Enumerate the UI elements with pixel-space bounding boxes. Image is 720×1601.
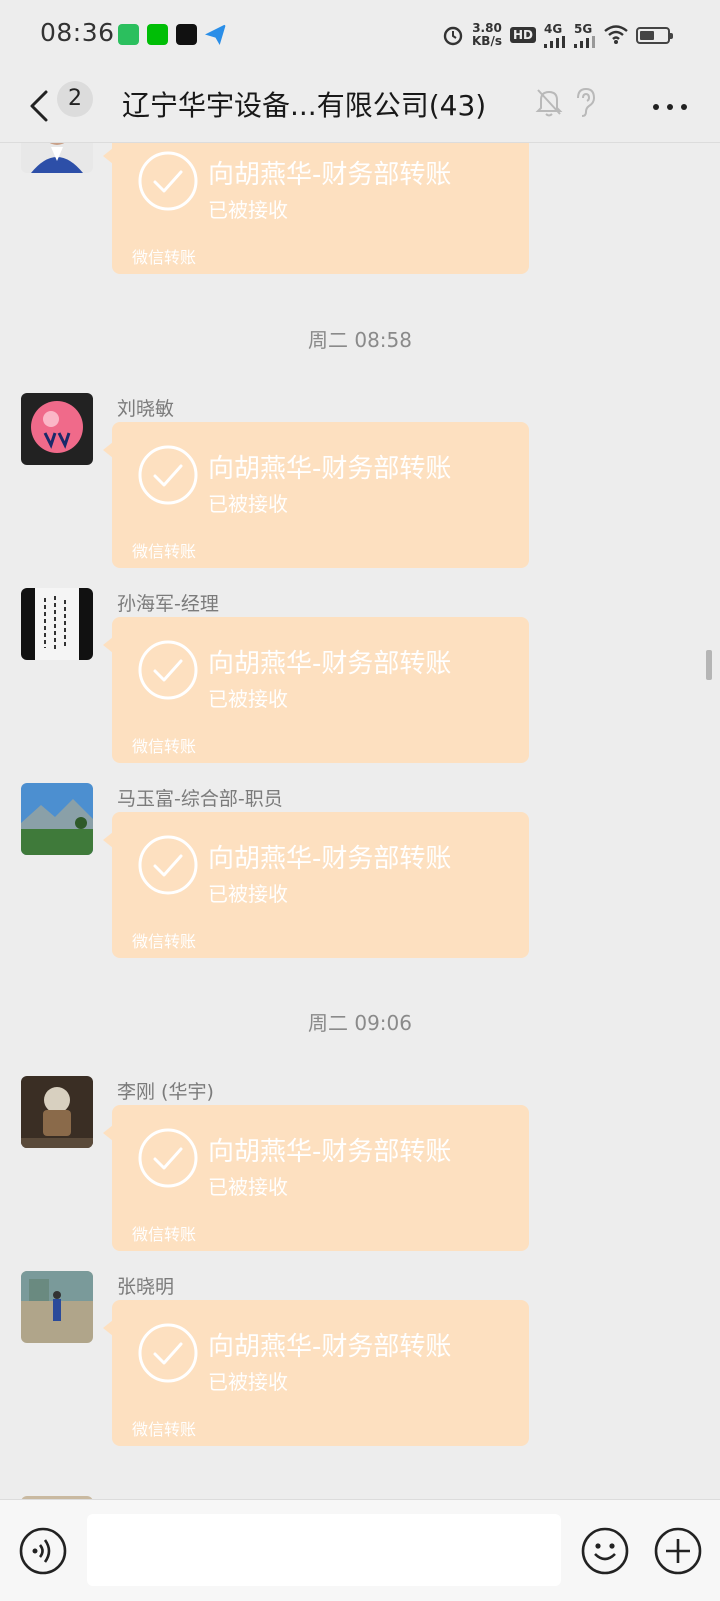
sender-name: 孙海军-经理 [117, 593, 219, 615]
avatar[interactable] [21, 143, 93, 173]
transfer-title: 向胡燕华-财务部转账 [208, 649, 452, 679]
back-arrow-icon[interactable] [26, 84, 54, 128]
message-input[interactable] [87, 1514, 561, 1586]
battery-fill [640, 30, 655, 40]
transfer-title: 向胡燕华-财务部转账 [208, 844, 452, 874]
avatar[interactable] [21, 1076, 93, 1148]
network-5g-label: 5G [574, 22, 593, 36]
transfer-title: 向胡燕华-财务部转账 [208, 160, 452, 190]
transfer-title: 向胡燕华-财务部转账 [208, 1332, 452, 1362]
hd-badge: HD [509, 27, 536, 43]
wifi-icon [604, 25, 628, 44]
signal-icon [544, 36, 565, 48]
transfer-footer: 微信转账 [132, 737, 197, 756]
input-bar [0, 1499, 720, 1601]
sender-name: 马玉富-综合部-职员 [117, 788, 283, 810]
transfer-status: 已被接收 [208, 492, 288, 516]
scrollbar[interactable] [706, 650, 712, 680]
bubble-tail [103, 1320, 113, 1336]
bubble-tail [103, 148, 113, 164]
check-circle-icon [138, 1128, 198, 1188]
douyin-app-icon [176, 24, 197, 45]
status-app-icons [118, 24, 226, 45]
message-list[interactable]: 向胡燕华-财务部转账 已被接收 微信转账 周二 08:58 刘晓敏 向胡燕华-财… [0, 143, 720, 1499]
sender-name: 张晓明 [117, 1276, 175, 1298]
transfer-card[interactable]: 向胡燕华-财务部转账 已被接收 微信转账 [103, 1300, 529, 1446]
transfer-footer: 微信转账 [132, 1420, 197, 1439]
transfer-status: 已被接收 [208, 687, 288, 711]
check-circle-icon [138, 835, 198, 895]
transfer-title: 向胡燕华-财务部转账 [208, 454, 452, 484]
transfer-status: 已被接收 [208, 1175, 288, 1199]
transfer-status: 已被接收 [208, 198, 288, 222]
ear-icon [577, 87, 596, 117]
battery-tip [670, 32, 673, 39]
transfer-card[interactable]: 向胡燕华-财务部转账 已被接收 微信转账 [103, 617, 529, 763]
signal-5g: 5G [574, 22, 596, 48]
messenger-app-icon [205, 24, 226, 45]
unread-count-badge[interactable]: 2 [57, 81, 93, 117]
transfer-card[interactable]: 向胡燕华-财务部转账 已被接收 微信转账 [103, 143, 529, 274]
bubble-tail [103, 832, 113, 848]
bubble-tail [103, 637, 113, 653]
plus-icon[interactable] [653, 1526, 703, 1576]
chat-header: 辽宁华宇设备...有限公司(43) [0, 70, 720, 143]
avatar[interactable] [21, 783, 93, 855]
emoji-icon[interactable] [580, 1526, 630, 1576]
transfer-footer: 微信转账 [132, 248, 197, 267]
voice-icon[interactable] [18, 1526, 68, 1576]
transfer-title: 向胡燕华-财务部转账 [208, 1137, 452, 1167]
message-timestamp: 周二 09:06 [308, 1011, 412, 1035]
transfer-status: 已被接收 [208, 882, 288, 906]
sender-name: 李刚 (华宇) [117, 1081, 214, 1103]
status-indicators: 3.80 KB/s HD 4G 5G [442, 18, 673, 52]
status-time: 08:36 [40, 18, 115, 47]
status-bar: 08:36 3.80 KB/s HD 4G 5G [0, 0, 720, 70]
message-timestamp: 周二 08:58 [308, 328, 412, 352]
transfer-footer: 微信转账 [132, 932, 197, 951]
network-4g-label: 4G [544, 22, 563, 36]
alarm-icon [443, 26, 463, 46]
net-speed-unit: KB/s [472, 34, 502, 48]
sender-name: 刘晓敏 [117, 398, 175, 420]
chat-title[interactable]: 辽宁华宇设备...有限公司(43) [122, 84, 486, 124]
check-circle-icon [138, 445, 198, 505]
transfer-card[interactable]: 向胡燕华-财务部转账 已被接收 微信转账 [103, 422, 529, 568]
net-speed: 3.80 KB/s [472, 22, 502, 48]
check-circle-icon [138, 151, 198, 211]
transfer-footer: 微信转账 [132, 542, 197, 561]
transfer-footer: 微信转账 [132, 1225, 197, 1244]
video-app-icon [118, 24, 139, 45]
avatar[interactable] [21, 1271, 93, 1343]
transfer-status: 已被接收 [208, 1370, 288, 1394]
check-circle-icon [138, 1323, 198, 1383]
transfer-card[interactable]: 向胡燕华-财务部转账 已被接收 微信转账 [103, 1105, 529, 1251]
transfer-card[interactable]: 向胡燕华-财务部转账 已被接收 微信转账 [103, 812, 529, 958]
check-circle-icon [138, 640, 198, 700]
bubble-tail [103, 1125, 113, 1141]
battery-icon [636, 26, 673, 44]
avatar[interactable] [21, 393, 93, 465]
avatar[interactable] [21, 588, 93, 660]
bubble-tail [103, 442, 113, 458]
signal-4g: 4G [544, 22, 566, 48]
iqiyi-app-icon [147, 24, 168, 45]
mute-icon [535, 89, 563, 117]
more-icon[interactable] [650, 92, 690, 122]
signal-icon [574, 36, 595, 48]
